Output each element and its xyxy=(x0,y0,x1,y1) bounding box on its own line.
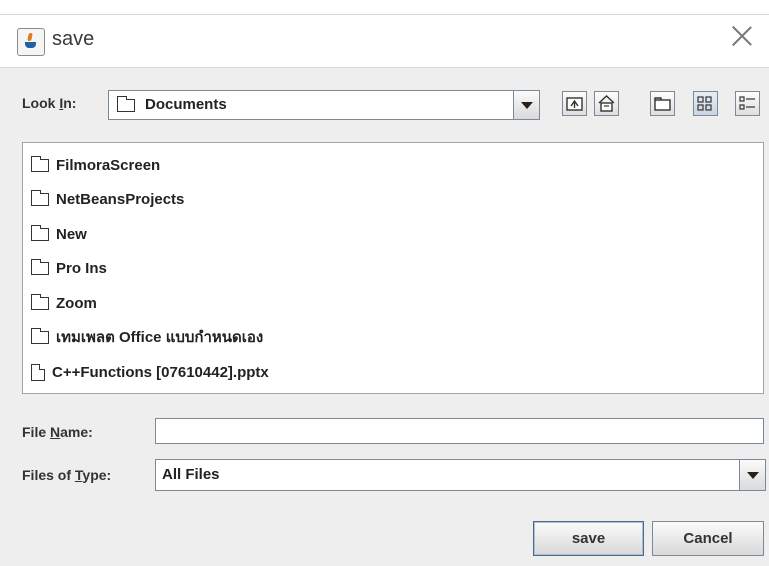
up-one-level-button[interactable] xyxy=(562,91,587,116)
list-item[interactable]: New xyxy=(30,223,87,245)
folder-icon xyxy=(30,327,49,344)
list-view-button[interactable] xyxy=(693,91,718,116)
cancel-button[interactable]: Cancel xyxy=(652,521,764,556)
file-name-input[interactable] xyxy=(155,418,764,444)
up-folder-icon xyxy=(566,97,583,111)
folder-icon xyxy=(30,293,49,310)
title-bar: save xyxy=(0,15,769,68)
folder-icon xyxy=(30,155,49,172)
file-name-label: File Name: xyxy=(22,424,93,440)
close-icon[interactable] xyxy=(729,23,755,49)
list-item[interactable]: Pro Ins xyxy=(30,257,107,279)
home-button[interactable] xyxy=(594,91,619,116)
window-title: save xyxy=(52,28,95,50)
folder-icon xyxy=(30,189,49,206)
file-icon xyxy=(31,363,45,381)
details-view-icon xyxy=(739,96,755,110)
list-item[interactable]: C++Functions [07610442].pptx xyxy=(31,361,269,383)
list-item[interactable]: Zoom xyxy=(30,292,97,314)
save-button[interactable]: save xyxy=(533,521,644,556)
details-view-button[interactable] xyxy=(735,91,760,116)
chevron-down-icon[interactable] xyxy=(513,91,539,119)
new-folder-button[interactable] xyxy=(650,91,675,116)
look-in-combo[interactable]: Documents xyxy=(108,90,540,120)
folder-icon xyxy=(30,224,49,241)
files-of-type-value: All Files xyxy=(162,466,220,483)
look-in-value: Documents xyxy=(145,96,227,113)
look-in-label: Look In: xyxy=(22,95,77,111)
file-list[interactable]: FilmoraScreen NetBeansProjects New Pro I… xyxy=(22,142,764,394)
new-folder-icon xyxy=(654,97,671,111)
list-item[interactable]: เทมเพลต Office แบบกำหนดเอง xyxy=(30,326,263,348)
folder-icon xyxy=(30,258,49,275)
chevron-down-icon[interactable] xyxy=(739,460,765,490)
home-icon xyxy=(598,95,615,112)
java-cup-icon xyxy=(17,28,45,56)
list-view-icon xyxy=(697,96,712,111)
list-item[interactable]: FilmoraScreen xyxy=(30,154,160,176)
files-of-type-combo[interactable]: All Files xyxy=(155,459,766,491)
files-of-type-label: Files of Type: xyxy=(22,467,112,483)
list-item[interactable]: NetBeansProjects xyxy=(30,188,184,210)
window-top-strip xyxy=(0,0,769,15)
folder-icon xyxy=(116,96,135,112)
